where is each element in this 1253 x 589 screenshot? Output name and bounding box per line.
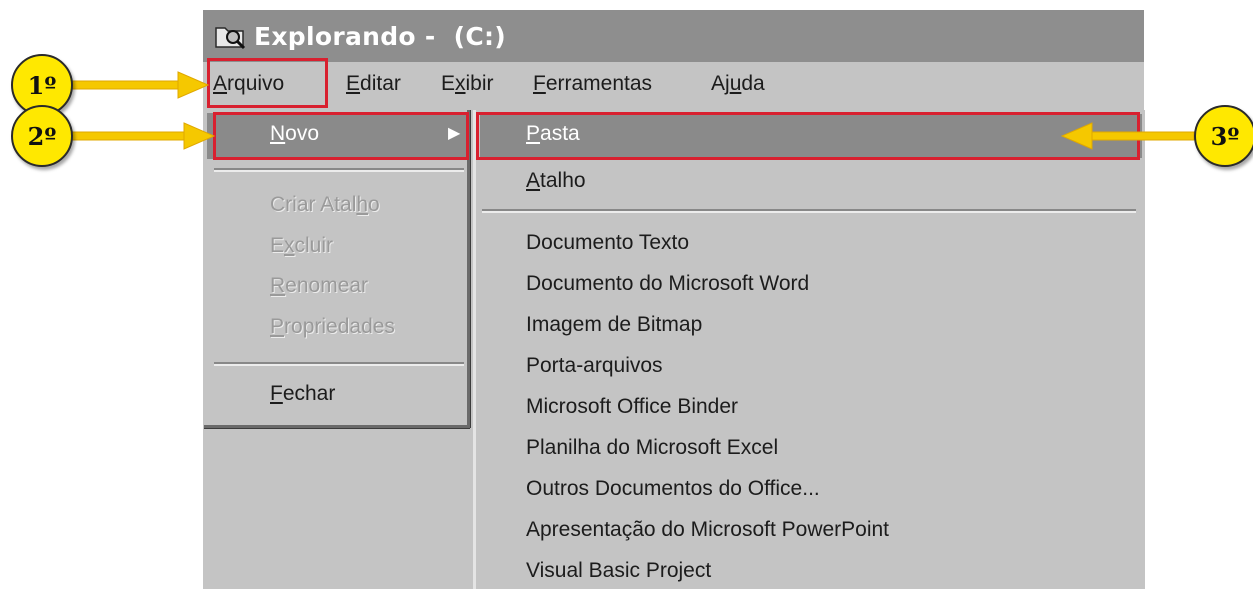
renomear-hotkey: R xyxy=(270,274,286,297)
renomear-label: enomear xyxy=(285,274,369,297)
menu-ferramentas[interactable]: Ferramentas xyxy=(533,72,652,96)
criar-atalho-hotkey: h xyxy=(356,193,369,216)
menu-item-new-type[interactable]: Planilha do Microsoft Excel xyxy=(526,436,778,460)
propriedades-label: ropriedades xyxy=(284,315,395,338)
atalho-label: talho xyxy=(540,169,586,192)
excluir-label: cluir xyxy=(294,234,334,257)
arrow-step1 xyxy=(61,71,210,99)
arrow-step2 xyxy=(61,122,216,150)
menu-editar[interactable]: Editar xyxy=(346,72,401,96)
menu-item-new-type[interactable]: Documento do Microsoft Word xyxy=(526,272,809,296)
menu-ajuda-hotkey: u xyxy=(729,72,742,95)
menu-item-new-type[interactable]: Microsoft Office Binder xyxy=(526,395,738,419)
menu-exibir[interactable]: Exibir xyxy=(441,72,494,96)
menu-ajuda-label: da xyxy=(741,72,765,95)
criar-atalho-label: o xyxy=(368,193,380,216)
menu-exibir-hotkey: x xyxy=(455,72,466,95)
menu-item-new-type[interactable]: Documento Texto xyxy=(526,231,689,255)
folder-search-icon xyxy=(212,19,250,53)
menu-separator xyxy=(214,168,464,172)
menu-exibir-pre: E xyxy=(441,72,456,95)
menu-editar-hotkey: E xyxy=(346,72,361,95)
atalho-hotkey: A xyxy=(526,169,541,192)
menu-editar-label: ditar xyxy=(360,72,401,95)
menu-bar: Arquivo Editar Exibir Ferramentas Ajuda xyxy=(203,62,1144,112)
menu-item-new-type[interactable]: Outros Documentos do Office... xyxy=(526,477,820,501)
novo-highlight-box xyxy=(213,112,469,160)
fechar-label: echar xyxy=(282,382,336,405)
arquivo-highlight-box xyxy=(207,58,328,108)
criar-atalho-pre: Criar Atal xyxy=(270,193,357,216)
menu-item-new-type[interactable]: Porta-arquivos xyxy=(526,354,663,378)
menu-item-propriedades[interactable]: Propriedades xyxy=(270,315,395,339)
fechar-hotkey: F xyxy=(270,382,283,405)
title-bar[interactable]: Explorando - (C:) xyxy=(203,10,1144,62)
menu-ferramentas-hotkey: F xyxy=(533,72,546,95)
new-submenu: Pasta Atalho Documento Texto Documento d… xyxy=(473,110,1145,589)
menu-item-new-type[interactable]: Imagem de Bitmap xyxy=(526,313,702,337)
menu-separator xyxy=(214,362,464,366)
menu-ferramentas-label: erramentas xyxy=(545,72,653,95)
menu-item-excluir[interactable]: Excluir xyxy=(270,234,333,258)
window-title: Explorando - (C:) xyxy=(254,21,506,51)
excluir-pre: E xyxy=(270,234,285,257)
step2-badge: 2º xyxy=(11,105,73,167)
propriedades-hotkey: P xyxy=(270,315,285,338)
pasta-highlight-box xyxy=(476,112,1140,160)
menu-ajuda[interactable]: Ajuda xyxy=(711,72,765,96)
menu-item-criar-atalho[interactable]: Criar Atalho xyxy=(270,193,380,217)
excluir-hotkey: x xyxy=(284,234,295,257)
step3-badge: 3º xyxy=(1194,105,1253,167)
menu-item-new-type[interactable]: Apresentação do Microsoft PowerPoint xyxy=(526,518,889,542)
menu-item-renomear[interactable]: Renomear xyxy=(270,274,368,298)
menu-exibir-label: ibir xyxy=(465,72,494,95)
menu-item-atalho[interactable]: Atalho xyxy=(526,169,586,193)
menu-separator xyxy=(482,209,1136,213)
menu-item-fechar[interactable]: Fechar xyxy=(270,382,335,406)
menu-item-new-type[interactable]: Visual Basic Project xyxy=(526,559,711,583)
menu-ajuda-pre: Aj xyxy=(711,72,730,95)
